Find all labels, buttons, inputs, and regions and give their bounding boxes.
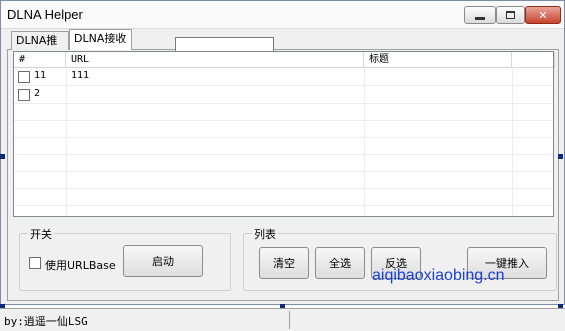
tab-label: DLNA接收	[74, 32, 127, 45]
column-header-number[interactable]: #	[14, 52, 66, 68]
url-list[interactable]: # URL 标题 11 111 2	[13, 51, 555, 217]
main-window: DLNA Helper ✕ DLNA推送 DLNA接收 # URL 标题 11 …	[0, 0, 565, 305]
row-gridline	[14, 154, 553, 155]
row-checkbox[interactable]	[18, 89, 30, 101]
window-title: DLNA Helper	[7, 7, 83, 22]
row-checkbox[interactable]	[18, 71, 30, 83]
row-gridline	[14, 120, 553, 121]
column-header-title[interactable]: 标题	[364, 52, 512, 68]
row-gridline	[14, 205, 553, 206]
status-author-text: by:逍遥一仙LSG	[4, 315, 88, 328]
clear-button[interactable]: 清空	[259, 247, 309, 279]
row-gridline	[14, 171, 553, 172]
watermark: aiqibaoxiaobing.cn	[372, 267, 505, 284]
row-gridline	[14, 137, 553, 138]
resize-handle[interactable]	[0, 154, 5, 159]
column-header-url[interactable]: URL	[66, 52, 364, 68]
row-gridline	[14, 85, 553, 86]
table-row[interactable]: 11 111	[14, 69, 553, 85]
maximize-button[interactable]	[496, 6, 525, 24]
row-gridline	[14, 188, 553, 189]
clear-button-label: 清空	[273, 257, 295, 270]
use-urlbase-checkbox[interactable]	[29, 257, 41, 269]
list-header: # URL 标题	[14, 52, 555, 68]
start-button-label: 启动	[152, 255, 174, 268]
close-button[interactable]: ✕	[525, 6, 561, 24]
status-separator	[289, 311, 290, 329]
row-number: 11	[34, 70, 47, 81]
start-button[interactable]: 启动	[123, 245, 203, 277]
minimize-button[interactable]	[464, 6, 496, 24]
tab-dlna-push[interactable]: DLNA推送	[11, 31, 69, 65]
resize-handle[interactable]	[558, 154, 563, 159]
row-url: 111	[71, 70, 90, 81]
use-urlbase-label[interactable]: 使用URLBase	[45, 257, 116, 273]
minimize-icon	[475, 16, 485, 20]
table-row[interactable]: 2	[14, 87, 553, 103]
tab-dlna-receive[interactable]: DLNA接收	[69, 29, 132, 50]
select-all-button[interactable]: 全选	[315, 247, 365, 279]
maximize-icon	[506, 11, 515, 19]
row-number: 2	[34, 88, 41, 99]
title-bar[interactable]: DLNA Helper ✕	[1, 1, 564, 29]
column-header-extra[interactable]	[512, 52, 555, 68]
row-gridline	[14, 103, 553, 104]
close-icon: ✕	[538, 8, 548, 22]
list-group-legend: 列表	[252, 226, 278, 242]
switch-group-legend: 开关	[28, 226, 54, 242]
select-all-button-label: 全选	[329, 257, 351, 270]
status-bar: by:逍遥一仙LSG	[0, 308, 565, 331]
